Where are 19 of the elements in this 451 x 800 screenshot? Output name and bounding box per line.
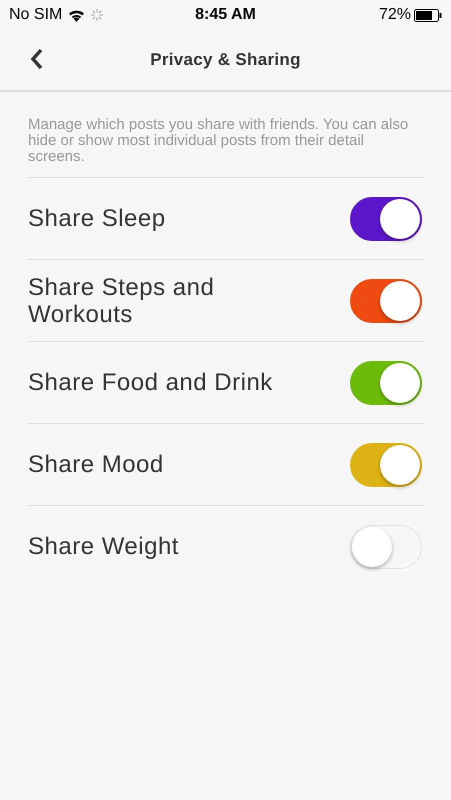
setting-label: Share Steps and Workouts [28,274,216,328]
setting-label: Share Weight [28,533,179,560]
screen-title: Privacy & Sharing [150,50,301,70]
toggle-switch[interactable] [350,278,422,322]
spinner-icon [91,9,104,21]
toggle-switch[interactable] [350,360,422,404]
battery-percent: 72% [378,6,411,24]
carrier: No SIM [9,6,62,24]
wifi-icon [68,8,86,22]
back-button[interactable] [30,48,44,70]
setting-label: Share Food and Drink [28,369,273,396]
battery-icon [414,8,442,22]
setting-label: Share Mood [28,451,164,478]
toggle-switch[interactable] [350,442,422,486]
clock: 8:45 AM [195,6,256,24]
description-text: Manage which posts you share with friends. You can also hide or show most individual posts from their detail screens. [28,92,423,178]
toggle-switch[interactable] [350,196,422,240]
setting-label: Share Sleep [28,205,166,232]
chevron-left-icon [30,48,44,70]
